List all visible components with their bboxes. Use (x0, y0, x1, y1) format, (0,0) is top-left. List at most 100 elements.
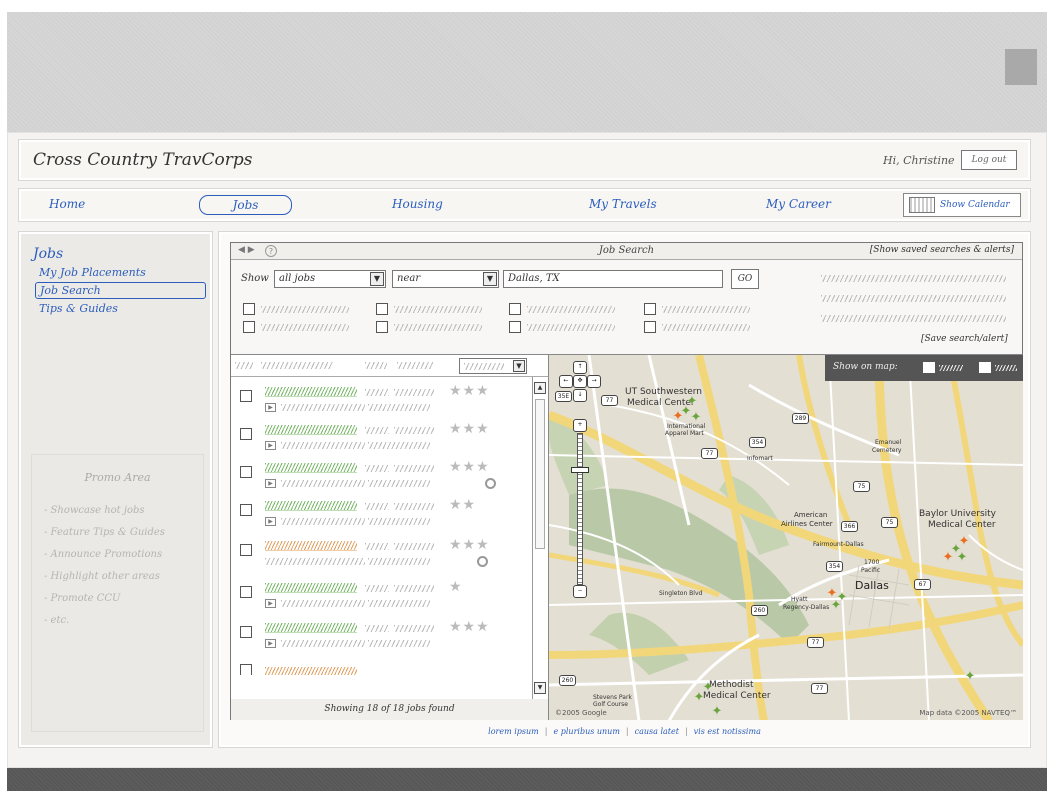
job-title-link[interactable] (265, 667, 357, 675)
filter-checkbox[interactable] (243, 321, 255, 333)
job-checkbox[interactable] (240, 428, 252, 440)
job-pin-icon[interactable]: ✦ (955, 551, 969, 565)
filter-checkbox[interactable] (509, 321, 521, 333)
sidebar-item-tips-guides[interactable]: Tips & Guides (39, 302, 118, 315)
filter-checkbox[interactable] (376, 321, 388, 333)
job-checkbox[interactable] (240, 626, 252, 638)
job-title-link[interactable] (265, 583, 357, 593)
nav-home[interactable]: Home (49, 197, 85, 211)
job-row[interactable]: ★★★ (231, 535, 531, 573)
column-header[interactable] (235, 362, 253, 369)
scroll-down-icon[interactable]: ▼ (534, 682, 546, 694)
job-rating-stars: ★★ (449, 497, 477, 513)
show-saved-searches-link[interactable]: [Show saved searches & alerts] (870, 245, 1014, 255)
go-button[interactable]: GO (731, 269, 759, 289)
list-scrollbar[interactable]: ▲ ▼ (532, 377, 548, 699)
job-rating-stars: ★★★ (449, 537, 490, 553)
job-detail (368, 558, 430, 565)
pan-up-icon[interactable]: ↑ (573, 361, 587, 374)
site-title[interactable]: Cross Country TravCorps (33, 150, 253, 170)
job-title-link[interactable] (265, 623, 357, 633)
job-checkbox[interactable] (240, 390, 252, 402)
job-title-link[interactable] (265, 541, 357, 551)
saved-ring-icon[interactable] (477, 556, 488, 567)
nav-my-travels[interactable]: My Travels (589, 197, 657, 211)
job-type-select[interactable]: all jobs ▼ (274, 270, 386, 288)
placeholder-text (821, 275, 1006, 282)
map-place-label: American (794, 511, 828, 519)
play-icon[interactable]: ▶ (265, 639, 276, 648)
show-calendar-button[interactable]: Show Calendar (903, 193, 1021, 217)
play-icon[interactable]: ▶ (265, 441, 276, 450)
job-title-link[interactable] (265, 425, 357, 435)
sidebar-item-my-job-placements[interactable]: My Job Placements (39, 266, 146, 279)
job-title-link[interactable] (265, 501, 357, 511)
zoom-in-icon[interactable]: + (573, 419, 587, 432)
job-pin-icon[interactable]: ✦ (941, 551, 955, 565)
job-pin-icon[interactable]: ✦ (710, 705, 724, 719)
nav-my-career[interactable]: My Career (766, 197, 831, 211)
play-icon[interactable]: ▶ (265, 479, 276, 488)
sidebar-item-job-search[interactable]: Job Search (35, 282, 206, 299)
nav-jobs[interactable]: Jobs (199, 195, 292, 215)
filter-checkbox[interactable] (644, 303, 656, 315)
play-icon[interactable]: ▶ (265, 517, 276, 526)
saved-ring-icon[interactable] (485, 478, 496, 489)
filter-checkbox[interactable] (243, 303, 255, 315)
sidebar-heading[interactable]: Jobs (33, 246, 63, 262)
filter-checkbox[interactable] (509, 303, 521, 315)
job-pin-icon[interactable]: ✦ (692, 691, 706, 705)
footer-link[interactable]: vis est notissima (694, 727, 761, 736)
filter-checkbox[interactable] (644, 321, 656, 333)
job-pin-icon[interactable]: ✦ (689, 411, 703, 425)
zoom-slider[interactable] (577, 433, 583, 585)
zoom-out-icon[interactable]: − (573, 585, 587, 598)
dropdown-arrow-icon[interactable]: ▼ (513, 360, 525, 372)
job-checkbox[interactable] (240, 544, 252, 556)
footer-link[interactable]: e pluribus unum (553, 727, 619, 736)
pan-left-icon[interactable]: ← (559, 375, 573, 388)
zoom-slider-handle[interactable] (571, 467, 589, 473)
job-row[interactable]: ★★★ ▶ (231, 419, 531, 457)
sort-select[interactable]: ▼ (459, 358, 527, 374)
job-row[interactable]: ★★ ▶ (231, 495, 531, 533)
job-title-link[interactable] (265, 463, 357, 473)
column-header[interactable] (261, 362, 333, 369)
job-checkbox[interactable] (240, 664, 252, 675)
job-checkbox[interactable] (240, 466, 252, 478)
job-title-link[interactable] (265, 387, 357, 397)
job-row[interactable]: ★★★ ▶ (231, 381, 531, 419)
dropdown-arrow-icon[interactable]: ▼ (483, 272, 497, 286)
job-pin-icon[interactable]: ✦ (963, 670, 977, 684)
column-header[interactable] (365, 362, 387, 369)
job-pin-icon[interactable]: ✦ (829, 599, 843, 613)
logout-button[interactable]: Log out (961, 150, 1017, 170)
job-checkbox[interactable] (240, 504, 252, 516)
scroll-thumb[interactable] (535, 399, 545, 549)
location-input[interactable]: Dallas, TX (503, 270, 723, 288)
job-row[interactable]: ★ ▶ (231, 577, 531, 615)
list-header: ▼ (231, 355, 548, 377)
job-row-partial[interactable] (231, 655, 531, 675)
play-icon[interactable]: ▶ (265, 403, 276, 412)
save-search-link[interactable]: [Save search/alert] (921, 334, 1008, 344)
job-checkbox[interactable] (240, 586, 252, 598)
footer-link[interactable]: causa latet (635, 727, 679, 736)
dropdown-arrow-icon[interactable]: ▼ (370, 272, 384, 286)
job-row[interactable]: ★★★ ▶ (231, 617, 531, 655)
job-row[interactable]: ★★★ ▶ (231, 457, 531, 495)
scroll-up-icon[interactable]: ▲ (534, 382, 546, 394)
pan-center-icon[interactable]: ✥ (573, 375, 587, 388)
column-header[interactable] (397, 362, 433, 369)
nav-housing[interactable]: Housing (392, 197, 443, 211)
map-layer-checkbox[interactable] (979, 362, 991, 373)
play-icon[interactable]: ▶ (265, 599, 276, 608)
pan-down-icon[interactable]: ↓ (573, 389, 587, 402)
job-map[interactable]: ↑ ← ✥ → ↓ + − Show on map: UT Southweste… (549, 354, 1023, 720)
map-layer-checkbox[interactable] (923, 362, 935, 373)
map-graphic[interactable] (549, 355, 1023, 720)
filter-checkbox[interactable] (376, 303, 388, 315)
pan-right-icon[interactable]: → (587, 375, 601, 388)
footer-link[interactable]: lorem ipsum (488, 727, 539, 736)
proximity-select[interactable]: near ▼ (392, 270, 499, 288)
